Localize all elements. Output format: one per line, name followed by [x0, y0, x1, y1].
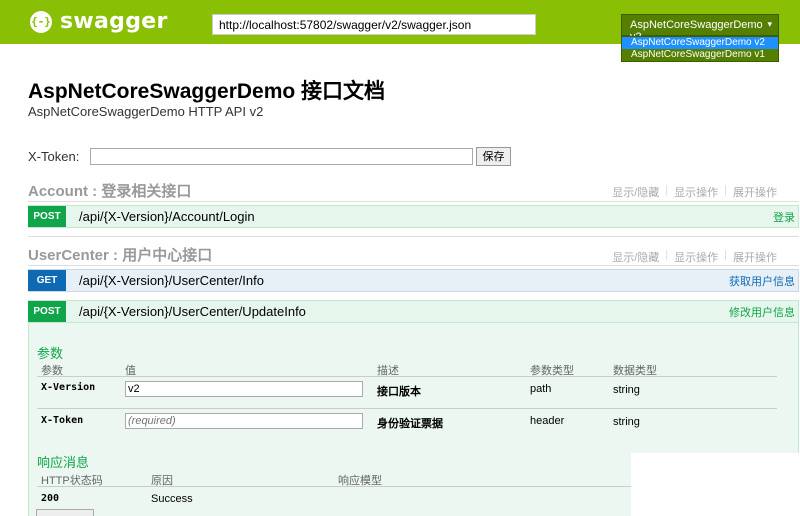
swagger-logo[interactable]: {-} swagger	[30, 9, 168, 34]
response-status-code: 200	[41, 493, 60, 504]
x-token-input[interactable]	[90, 148, 473, 165]
operation-path[interactable]: /api/{X-Version}/UserCenter/UpdateInfo	[79, 304, 729, 319]
response-reason: Success	[151, 493, 193, 505]
section-divider	[28, 265, 799, 266]
section-divider	[28, 236, 799, 237]
row-divider	[37, 376, 777, 377]
method-badge-post: POST	[28, 301, 66, 322]
list-operations-link[interactable]: 显示操作	[674, 249, 718, 265]
operation-path[interactable]: /api/{X-Version}/UserCenter/Info	[79, 273, 729, 288]
row-divider	[37, 408, 777, 409]
param-description: 身份验证票据	[377, 417, 443, 430]
section-actions-usercenter: 显示/隐藏 | 显示操作 | 展开操作	[612, 249, 777, 265]
toggle-show-hide-link[interactable]: 显示/隐藏	[612, 249, 659, 265]
responses-heading: 响应消息	[37, 455, 90, 470]
operation-get-info[interactable]: GET /api/{X-Version}/UserCenter/Info 获取用…	[28, 269, 799, 292]
parameters-heading: 参数	[37, 346, 64, 361]
operation-post-login[interactable]: POST /api/{X-Version}/Account/Login 登录	[28, 205, 799, 228]
operation-path[interactable]: /api/{X-Version}/Account/Login	[79, 209, 773, 224]
toggle-show-hide-link[interactable]: 显示/隐藏	[612, 184, 659, 200]
section-actions-account: 显示/隐藏 | 显示操作 | 展开操作	[612, 184, 777, 200]
param-type: path	[530, 383, 552, 395]
method-badge-get: GET	[28, 270, 66, 291]
param-data-type: string	[613, 384, 640, 396]
separator: |	[665, 184, 669, 196]
operation-post-updateinfo[interactable]: POST /api/{X-Version}/UserCenter/UpdateI…	[28, 300, 799, 323]
section-title-account[interactable]: Account : 登录相关接口	[28, 180, 191, 201]
param-data-type: string	[613, 416, 640, 428]
operation-summary[interactable]: 修改用户信息	[729, 304, 795, 320]
method-badge-post: POST	[28, 206, 66, 227]
swagger-logo-icon: {-}	[30, 10, 52, 33]
api-title: AspNetCoreSwaggerDemo 接口文档	[28, 80, 386, 103]
spec-version-dropdown: AspNetCoreSwaggerDemo v2 AspNetCoreSwagg…	[621, 36, 779, 62]
section-divider	[28, 201, 799, 202]
operation-summary[interactable]: 登录	[773, 209, 795, 225]
operation-summary[interactable]: 获取用户信息	[729, 273, 795, 289]
try-it-out-button[interactable]	[36, 509, 94, 516]
list-operations-link[interactable]: 显示操作	[674, 184, 718, 200]
param-name: X-Version	[41, 382, 96, 393]
param-type: header	[530, 415, 565, 427]
spec-option-v1[interactable]: AspNetCoreSwaggerDemo v1	[622, 49, 778, 61]
spec-url-input[interactable]	[212, 14, 536, 35]
chevron-down-icon: ▾	[767, 19, 772, 29]
spec-version-select[interactable]: AspNetCoreSwaggerDemo v2 ▾	[621, 14, 779, 43]
x-token-label: X-Token:	[28, 149, 80, 164]
param-description: 接口版本	[377, 385, 421, 398]
save-button[interactable]: 保存	[476, 147, 511, 166]
api-subtitle: AspNetCoreSwaggerDemo HTTP API v2	[28, 104, 264, 119]
separator: |	[724, 184, 727, 196]
swagger-logo-text: swagger	[60, 9, 168, 34]
expand-operations-link[interactable]: 展开操作	[733, 249, 777, 265]
separator: |	[665, 249, 669, 261]
blank-area	[631, 453, 800, 516]
param-name: X-Token	[41, 415, 84, 426]
param-value-input[interactable]	[125, 413, 363, 429]
param-value-input[interactable]	[125, 381, 363, 397]
expand-operations-link[interactable]: 展开操作	[733, 184, 777, 200]
section-title-usercenter[interactable]: UserCenter : 用户中心接口	[28, 244, 212, 265]
spec-option-v2[interactable]: AspNetCoreSwaggerDemo v2	[622, 37, 778, 49]
separator: |	[724, 249, 727, 261]
